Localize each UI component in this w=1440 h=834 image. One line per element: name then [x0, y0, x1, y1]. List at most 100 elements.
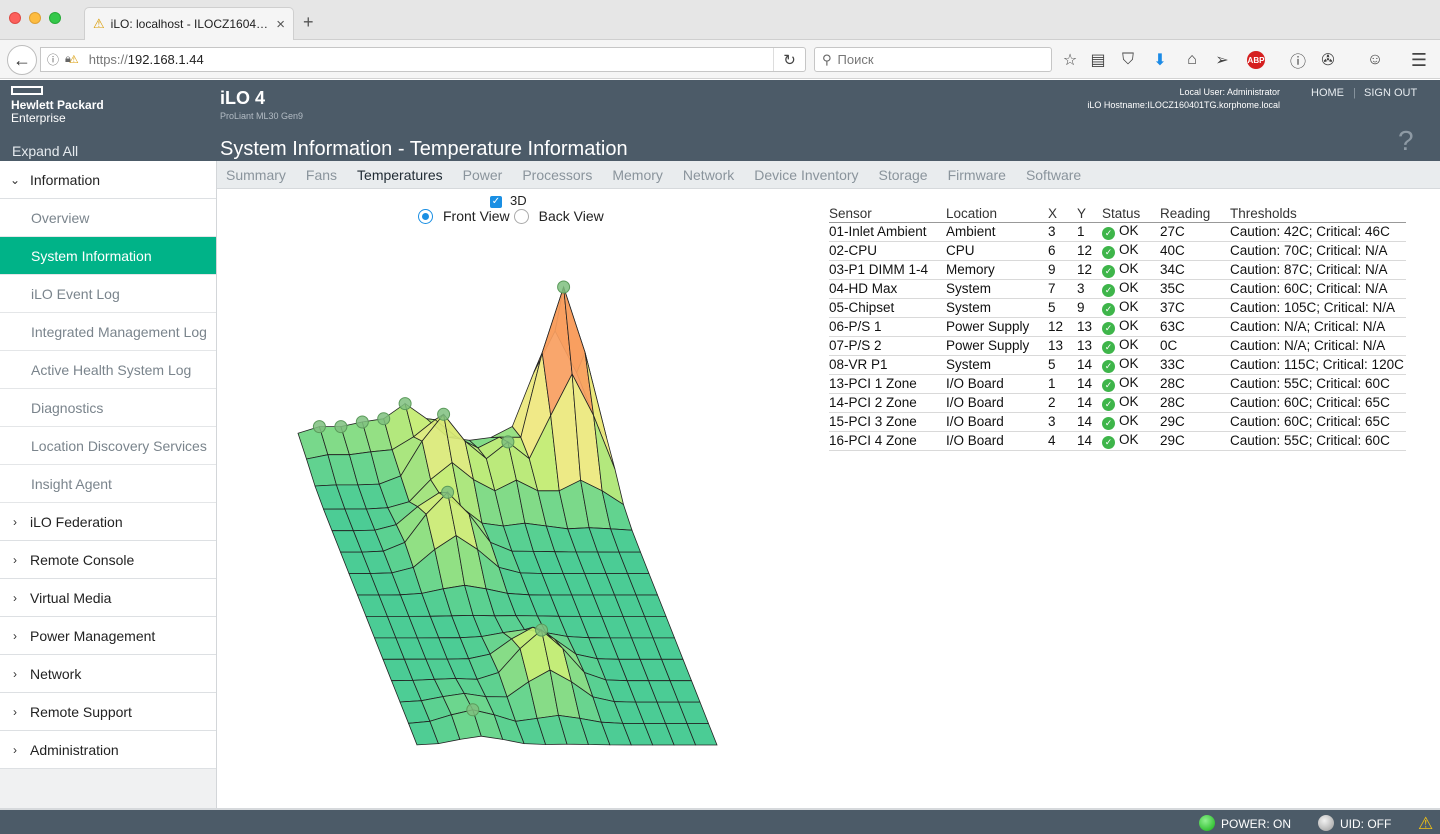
browser-tab[interactable]: ⚠ iLO: localhost - ILOCZ1604… × [84, 7, 294, 40]
sidebar-item-virtual-media[interactable]: › Virtual Media [0, 579, 216, 617]
reading-cell: 29C [1160, 412, 1230, 432]
col-location[interactable]: Location [946, 205, 1048, 223]
uid-led-icon[interactable] [1318, 815, 1334, 831]
sidebar-item-administration[interactable]: › Administration [0, 731, 216, 769]
front-view-radio[interactable] [418, 208, 433, 224]
tab-device-inventory[interactable]: Device Inventory [754, 167, 858, 183]
sensor-marker[interactable] [398, 397, 412, 411]
col-y[interactable]: Y [1077, 205, 1102, 223]
sensor-marker[interactable] [557, 280, 571, 294]
col-x[interactable]: X [1048, 205, 1077, 223]
sidebar-item-diagnostics[interactable]: Diagnostics [0, 389, 216, 427]
sidebar-item-overview[interactable]: Overview [0, 199, 216, 237]
thresholds-cell: Caution: 60C; Critical: 65C [1230, 412, 1406, 432]
tab-memory[interactable]: Memory [612, 167, 663, 183]
sidebar-item-system-information[interactable]: System Information [0, 237, 216, 275]
tab-storage[interactable]: Storage [879, 167, 928, 183]
tab-network[interactable]: Network [683, 167, 734, 183]
check-circle-icon: ✓ [1102, 227, 1115, 240]
temperature-3d-plot[interactable] [280, 260, 740, 770]
sidebar-item-network[interactable]: › Network [0, 655, 216, 693]
back-arrow-icon[interactable]: ← [7, 45, 37, 75]
checkbox-checked-icon[interactable]: ✓ [490, 195, 502, 208]
sidebar-item-ilo-event-log[interactable]: iLO Event Log [0, 275, 216, 313]
emoji-icon[interactable]: ☺ [1364, 49, 1386, 71]
search-input[interactable]: ⚲ Поиск [814, 47, 1052, 72]
sensor-marker[interactable] [312, 420, 326, 434]
check-circle-icon: ✓ [1102, 246, 1115, 259]
url-bar[interactable]: ⓘ 🔒︎ ⚠ https:// 192.168.1.44 ↻ [40, 47, 806, 72]
col-sensor[interactable]: Sensor [829, 205, 946, 223]
chevron-right-icon: › [13, 742, 17, 757]
y-cell: 12 [1077, 241, 1102, 261]
reading-list-icon[interactable]: ▤ [1087, 49, 1109, 71]
adblock-icon[interactable]: ABP [1247, 51, 1265, 69]
y-cell: 1 [1077, 222, 1102, 242]
sensor-marker[interactable] [535, 623, 548, 637]
uid-status[interactable]: UID: OFF [1340, 817, 1391, 831]
sidebar-item-active-health-system-log[interactable]: Active Health System Log [0, 351, 216, 389]
star-icon[interactable]: ☆ [1059, 49, 1081, 71]
sensor-cell: 13-PCI 1 Zone [829, 374, 946, 394]
reload-icon[interactable]: ↻ [773, 48, 805, 71]
location-cell: I/O Board [946, 374, 1048, 394]
send-icon[interactable]: ➢ [1211, 49, 1233, 71]
tab-software[interactable]: Software [1026, 167, 1081, 183]
table-row: 13-PCI 1 Zone I/O Board 1 14 ✓ OK 28C Caution: … [829, 374, 1406, 394]
sidebar-item-location-discovery-services[interactable]: Location Discovery Services [0, 427, 216, 465]
status-text: OK [1119, 280, 1139, 295]
sidebar-item-remote-console[interactable]: › Remote Console [0, 541, 216, 579]
sidebar-item-information[interactable]: ⌄ Information [0, 161, 216, 199]
sensor-marker[interactable] [355, 415, 369, 429]
power-status[interactable]: POWER: ON [1221, 817, 1291, 831]
status-cell: ✓ OK [1102, 374, 1160, 394]
sensor-marker[interactable] [501, 435, 515, 449]
reading-cell: 28C [1160, 374, 1230, 394]
close-window-button[interactable] [9, 12, 21, 24]
pocket-icon[interactable]: ⛉ [1117, 49, 1139, 71]
tab-firmware[interactable]: Firmware [948, 167, 1006, 183]
sensor-marker[interactable] [441, 485, 455, 499]
sidebar-item-integrated-management-log[interactable]: Integrated Management Log [0, 313, 216, 351]
power-led-icon[interactable] [1199, 815, 1215, 831]
info-icon[interactable]: ⓘ [47, 51, 59, 68]
sidebar-item-power-management[interactable]: › Power Management [0, 617, 216, 655]
col-reading[interactable]: Reading [1160, 205, 1230, 223]
tab-processors[interactable]: Processors [522, 167, 592, 183]
tab-power[interactable]: Power [463, 167, 503, 183]
reading-cell: 35C [1160, 279, 1230, 299]
sign-out-link[interactable]: SIGN OUT [1364, 87, 1417, 99]
sidebar-item-label: Administration [30, 741, 119, 758]
sidebar-item-ilo-federation[interactable]: › iLO Federation [0, 503, 216, 541]
3d-checkbox[interactable]: ✓ 3D [490, 193, 527, 208]
maximize-window-button[interactable] [49, 12, 61, 24]
minimize-window-button[interactable] [29, 12, 41, 24]
home-icon[interactable]: ⌂ [1181, 49, 1203, 71]
status-cell: ✓ OK [1102, 431, 1160, 451]
tab-summary[interactable]: Summary [226, 167, 286, 183]
back-view-radio[interactable] [513, 208, 529, 224]
question-icon[interactable]: ? [1398, 127, 1420, 155]
y-cell: 14 [1077, 393, 1102, 413]
col-thresholds[interactable]: Thresholds [1230, 205, 1406, 223]
sidebar-item-insight-agent[interactable]: Insight Agent [0, 465, 216, 503]
tab-temperatures[interactable]: Temperatures [357, 167, 443, 183]
extension-icon[interactable]: ✇ [1317, 49, 1339, 71]
sensor-marker[interactable] [466, 703, 480, 717]
sensor-marker[interactable] [334, 420, 348, 434]
info-circle-icon[interactable]: ⓘ [1287, 49, 1309, 71]
col-status[interactable]: Status [1102, 205, 1160, 223]
menu-icon[interactable]: ☰ [1408, 49, 1430, 71]
warning-icon[interactable]: ⚠ [1418, 814, 1433, 834]
new-tab-icon[interactable]: + [303, 12, 314, 33]
sensor-marker[interactable] [437, 407, 451, 421]
expand-all-link[interactable]: Expand All [12, 143, 78, 159]
sensor-marker[interactable] [377, 412, 391, 426]
sidebar-item-remote-support[interactable]: › Remote Support [0, 693, 216, 731]
tab-fans[interactable]: Fans [306, 167, 337, 183]
close-tab-icon[interactable]: × [276, 16, 285, 33]
sensor-cell: 01-Inlet Ambient [829, 222, 946, 242]
home-link[interactable]: HOME [1311, 87, 1344, 99]
sidebar-item-label: Power Management [30, 627, 156, 644]
download-icon[interactable]: ⬇ [1149, 49, 1171, 71]
